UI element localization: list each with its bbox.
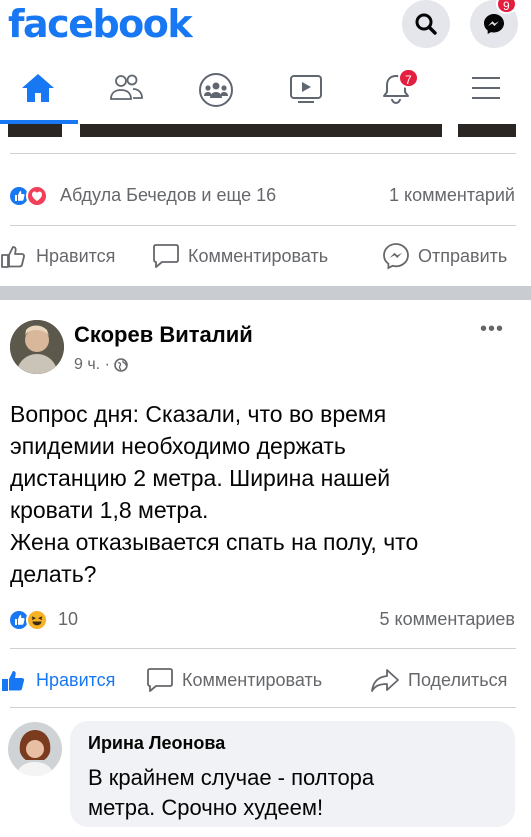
divider [10,153,516,154]
comment-author[interactable]: Ирина Леонова [88,733,225,754]
tab-menu[interactable] [442,56,530,124]
comment-label: Комментировать [188,245,329,266]
love-reaction-icon [26,185,48,207]
send-label: Отправить [418,245,508,266]
reaction-icons [8,185,54,207]
messenger-send-icon [383,243,409,270]
top-bar: facebook 9 [0,0,531,56]
comment-label: Комментировать [182,669,323,690]
main-nav: 7 [0,56,531,124]
prev-post-actions: Нравится Комментировать Отправить [0,236,531,276]
divider [10,648,516,649]
comment-icon [153,244,179,268]
comment-text: В крайнем случае - полтора метра. Срочно… [88,763,488,823]
share-button[interactable]: Поделиться [370,660,507,700]
reactions-summary[interactable]: Абдула Бечедов и еще 16 [60,185,276,206]
divider [10,225,516,226]
comment-button[interactable]: Комментировать [146,660,322,700]
tab-home[interactable] [0,56,82,124]
prev-post-image[interactable] [8,124,62,137]
post-text-line: Жена отказывается спать на полу, что [10,529,419,555]
tab-groups[interactable] [172,56,260,124]
prev-post-image[interactable] [458,124,516,137]
post-actions: Нравится Комментировать Поделиться [0,660,531,700]
search-button[interactable] [402,0,450,48]
like-label: Нравится [36,245,116,266]
share-icon [371,669,399,692]
messenger-button[interactable]: 9 [470,0,518,48]
share-label: Поделиться [408,669,508,690]
like-icon [2,671,25,691]
reactions-count[interactable]: 10 [58,609,78,630]
haha-reaction-icon [26,609,48,631]
post-meta: 9 ч. · [74,356,128,374]
feed-separator [0,286,531,300]
send-button[interactable]: Отправить [382,236,507,276]
messenger-badge: 9 [496,0,517,14]
comment-bubble: Ирина Леонова В крайнем случае - полтора… [70,721,515,827]
author-avatar[interactable] [10,320,64,374]
commenter-avatar[interactable] [8,722,62,776]
comment-button[interactable]: Комментировать [152,236,328,276]
tab-watch[interactable] [262,56,350,124]
search-icon [415,13,437,35]
comments-count[interactable]: 1 комментарий [389,185,515,206]
reaction-icons [8,609,54,631]
divider [10,707,516,708]
menu-icon [472,77,500,99]
post-text-line: дистанцию 2 метра. Ширина нашей [10,465,391,491]
tab-friends[interactable] [82,56,170,124]
post-text-line: делать? [10,561,97,587]
post-text-line: эпидемии необходимо держать [10,433,346,459]
prev-post-reactions[interactable]: Абдула Бечедов и еще 16 1 комментарий [0,180,531,210]
comment-text-line: метра. Срочно худеем! [88,795,324,820]
post-text-line: Вопрос дня: Сказали, что во время [10,401,387,427]
facebook-logo[interactable]: facebook [8,2,193,46]
like-button[interactable]: Нравится [0,660,115,700]
post-text: Вопрос дня: Сказали, что во время эпидем… [10,398,515,590]
groups-icon [199,73,233,107]
post-reactions[interactable]: 10 5 комментариев [0,604,531,634]
like-label: Нравится [36,669,116,690]
watch-icon [290,75,322,103]
home-icon [22,74,54,102]
globe-icon [114,358,128,372]
comments-count[interactable]: 5 комментариев [380,609,516,630]
post-time[interactable]: 9 ч. · [74,356,110,374]
messenger-icon [484,14,504,34]
post-text-line: кровати 1,8 метра. [10,497,209,523]
comment-icon [147,668,173,692]
comment-text-line: В крайнем случае - полтора [88,765,375,790]
prev-post-image[interactable] [80,124,442,137]
notifications-badge: 7 [398,68,419,88]
like-icon [1,246,25,268]
more-options-button[interactable]: ••• [480,318,504,341]
tab-notifications[interactable]: 7 [352,56,440,124]
friends-icon [110,74,143,100]
post-author[interactable]: Скорев Виталий [74,322,253,348]
like-button[interactable]: Нравится [0,236,115,276]
